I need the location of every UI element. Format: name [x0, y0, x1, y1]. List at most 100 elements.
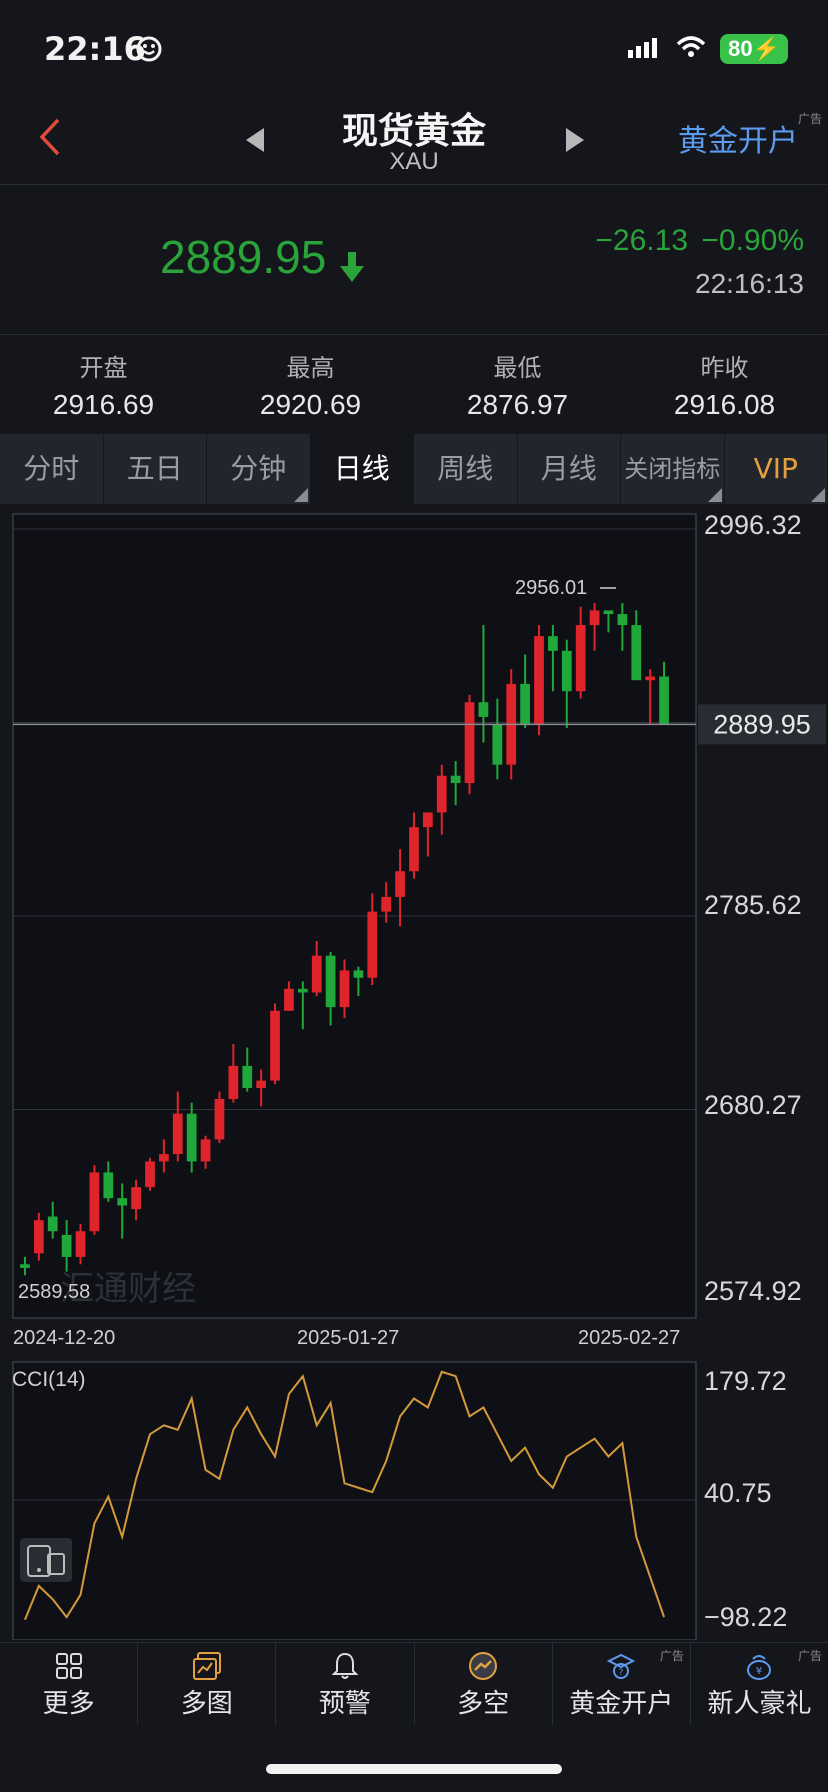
tab-label: 关闭指标 [624, 455, 721, 483]
tab-five-day[interactable]: 五日 [104, 434, 207, 504]
stat-low: 最低 2876.97 [414, 336, 621, 432]
current-price-label: 2889.95 [713, 709, 811, 739]
charging-icon: ⚡ [752, 36, 780, 61]
toolbar-label: 更多 [42, 1689, 95, 1719]
ad-tag: 广告 [798, 1649, 823, 1663]
candle-body [186, 1113, 197, 1162]
candle-body [353, 970, 364, 978]
tab-monthly[interactable]: 月线 [518, 434, 621, 504]
candle-body [89, 1172, 100, 1232]
status-bar: 22:16 80⚡ [0, 0, 828, 96]
candle-body [242, 1065, 253, 1088]
tab-vip[interactable]: VIP [725, 434, 828, 504]
status-icons: 80⚡ [626, 34, 788, 64]
battery-indicator: 80⚡ [720, 34, 788, 64]
tab-intraday[interactable]: 分时 [0, 434, 104, 504]
candle-body [103, 1172, 114, 1199]
next-symbol-button[interactable] [566, 128, 584, 152]
candle-body [145, 1161, 155, 1188]
candle-body [75, 1231, 86, 1257]
grid-icon [55, 1653, 82, 1679]
focus-mode-icon [136, 36, 162, 66]
tab-daily[interactable]: 日线 [310, 434, 414, 504]
indicator-y-tick: 179.72 [704, 1366, 787, 1396]
y-tick-label: 2574.92 [704, 1276, 802, 1306]
candle-body [311, 955, 322, 993]
price-change: −26.13 [595, 224, 688, 257]
bell-icon [331, 1652, 359, 1679]
tab-label: VIP [753, 452, 798, 485]
toolbar-label: 预警 [318, 1689, 371, 1719]
tab-minute[interactable]: 分钟 [207, 434, 311, 504]
gold-account-icon: ? [607, 1653, 636, 1679]
price-chart[interactable]: 汇通财经2889.952996.322785.622680.272574.922… [0, 510, 828, 1641]
dropdown-corner-icon [707, 488, 722, 502]
candle-body [20, 1264, 30, 1268]
nav-header: 现货黄金 XAU 黄金开户 广告 [0, 96, 828, 185]
candle-body [464, 702, 475, 784]
stat-value: 2916.08 [673, 389, 776, 420]
more-button[interactable]: 更多 [0, 1643, 139, 1725]
candle-body [450, 775, 461, 784]
indicator-frame [12, 1361, 697, 1641]
alert-button[interactable]: 预警 [276, 1643, 415, 1725]
high-label: 2956.01 [515, 577, 587, 599]
x-tick-label: 2025-01-27 [297, 1327, 399, 1349]
tab-weekly[interactable]: 周线 [414, 434, 518, 504]
candle-body [270, 1010, 280, 1081]
svg-text:¥: ¥ [756, 1666, 762, 1677]
candle-body [520, 683, 530, 725]
candle-body [575, 625, 586, 692]
y-tick-label: 2996.32 [704, 510, 802, 540]
open-account-link[interactable]: 黄金开户 [678, 116, 798, 160]
price-change-percent: −0.90% [701, 224, 804, 257]
low-label: 2589.58 [18, 1281, 90, 1303]
candle-body [47, 1216, 58, 1232]
gold-account-button[interactable]: 广告 ? 黄金开户 [553, 1643, 691, 1725]
stat-label: 最高 [286, 354, 335, 382]
quote-time: 22:16:13 [695, 268, 804, 299]
wifi-icon [676, 36, 706, 62]
period-tabs: 分时 五日 分钟 日线 周线 月线 关闭指标 VIP [0, 434, 828, 504]
ad-tag: 广告 [659, 1649, 684, 1663]
svg-text:?: ? [619, 1668, 624, 1678]
current-price: 2889.95 [160, 231, 327, 283]
quote-panel: 2889.95 −26.13 −0.90% 22:16:13 [0, 186, 828, 335]
landscape-toggle-icon[interactable] [20, 1538, 72, 1582]
home-indicator[interactable] [266, 1764, 562, 1774]
multi-chart-button[interactable]: 多图 [138, 1643, 277, 1725]
stat-value: 2876.97 [466, 389, 569, 420]
candle-body [631, 625, 642, 681]
candle-body [367, 911, 378, 978]
candle-body [617, 614, 628, 626]
tab-close-indicator[interactable]: 关闭指标 [621, 434, 725, 504]
y-tick-label: 2680.27 [704, 1090, 802, 1120]
chart-area[interactable]: 汇通财经 2889.95 2996.32 2785.62 2680.27 2574.92 2… [0, 510, 828, 1641]
candle-body [422, 812, 433, 828]
candle-body [381, 896, 392, 912]
candle-body [492, 724, 503, 765]
candle-body [645, 676, 656, 681]
status-time: 22:16 [44, 30, 146, 68]
stat-open: 开盘 2916.69 [0, 336, 207, 432]
candle-body [589, 610, 600, 626]
stat-label: 开盘 [79, 354, 128, 382]
signal-icon [626, 36, 662, 62]
candle-body [561, 650, 572, 692]
y-tick-label: 2785.62 [704, 890, 802, 920]
stat-label: 最低 [493, 354, 542, 382]
stat-label: 昨收 [700, 354, 749, 382]
toolbar-label: 多图 [180, 1689, 233, 1719]
indicator-y-tick: −98.22 [704, 1602, 787, 1632]
long-short-button[interactable]: 多空 [415, 1643, 553, 1725]
x-tick-label: 2025-02-27 [578, 1327, 680, 1349]
candle-body [200, 1139, 211, 1162]
indicator-y-tick: 40.75 [704, 1478, 772, 1508]
candle-body [172, 1113, 183, 1155]
toolbar-label: 多空 [457, 1689, 510, 1719]
stats-row: 开盘 2916.69 最高 2920.69 最低 2876.97 昨收 2916.08 [0, 336, 828, 432]
newcomer-gift-button[interactable]: 广告 ¥ 新人豪礼 [691, 1643, 828, 1725]
ad-tag: 广告 [797, 112, 822, 126]
candle-body [395, 871, 405, 897]
dropdown-corner-icon [293, 488, 308, 502]
